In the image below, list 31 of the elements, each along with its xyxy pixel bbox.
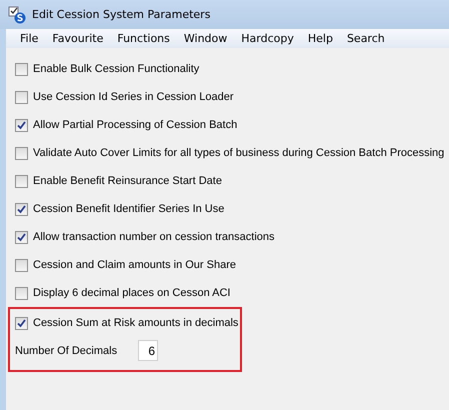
checkbox-label: Use Cession Id Series in Cession Loader	[33, 91, 234, 103]
checkbox[interactable]	[15, 90, 28, 104]
checkbox-label: Cession and Claim amounts in Our Share	[33, 259, 236, 271]
checkbox[interactable]	[15, 316, 28, 330]
checkbox-label: Cession Benefit Identifier Series In Use	[33, 203, 224, 215]
menu-item[interactable]: Hardcopy	[234, 32, 301, 45]
checkbox[interactable]	[15, 62, 28, 76]
checkbox[interactable]	[15, 202, 28, 216]
checkbox-label: Enable Bulk Cession Functionality	[33, 63, 200, 75]
menu-item[interactable]: Functions	[110, 32, 177, 45]
field-label: Number Of Decimals	[15, 344, 118, 356]
checkbox-label: Validate Auto Cover Limits for all types of business during Cession Batch Processing	[33, 147, 444, 159]
checkbox-label: Enable Benefit Reinsurance Start Date	[33, 175, 222, 187]
checkbox[interactable]	[15, 258, 28, 272]
menu-item[interactable]: Help	[300, 32, 340, 45]
checkbox[interactable]	[15, 118, 28, 132]
menu-item[interactable]: File	[13, 32, 46, 45]
checkbox[interactable]	[15, 146, 28, 160]
checkbox[interactable]	[15, 230, 28, 244]
menu-item[interactable]: Search	[340, 32, 392, 45]
menu-item[interactable]: Favourite	[45, 32, 110, 45]
number-field[interactable]: 6	[138, 340, 158, 361]
window-title: Edit Cession System Parameters	[32, 8, 210, 21]
checkbox[interactable]	[15, 174, 28, 188]
checkbox-label: Allow transaction number on cession transactions	[33, 231, 275, 243]
menu-item[interactable]: Window	[176, 32, 234, 45]
app-icon	[8, 6, 26, 24]
checkbox[interactable]	[15, 286, 28, 300]
checkbox-label: Cession Sum at Risk amounts in decimals	[33, 317, 238, 329]
checkbox-label: Display 6 decimal places on Cesson ACI	[33, 287, 230, 299]
checkbox-label: Allow Partial Processing of Cession Batch	[33, 119, 238, 131]
